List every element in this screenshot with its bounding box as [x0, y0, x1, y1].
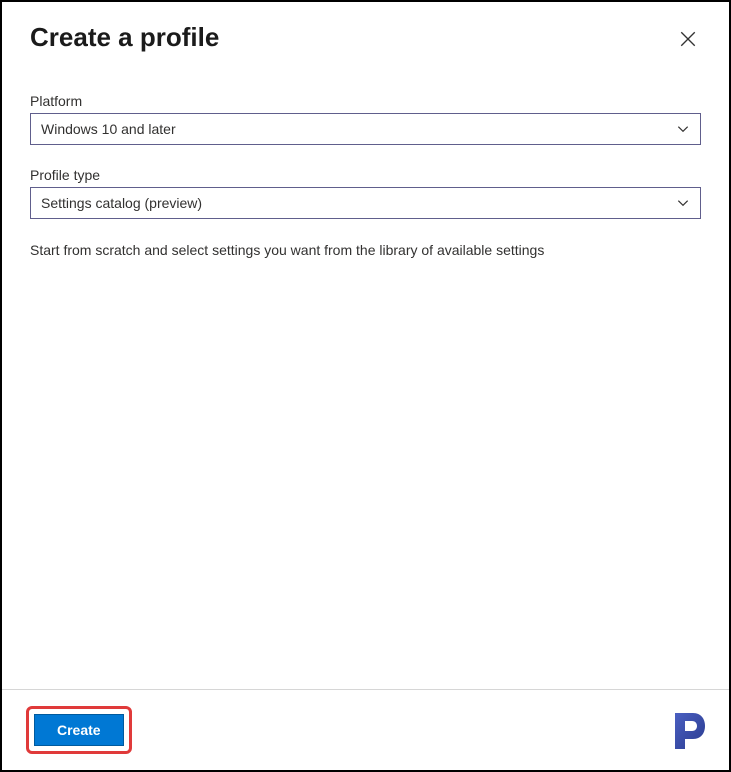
profile-type-label: Profile type [30, 167, 701, 183]
watermark-logo [667, 709, 709, 751]
platform-label: Platform [30, 93, 701, 109]
profile-type-select[interactable]: Settings catalog (preview) [30, 187, 701, 219]
dialog-header: Create a profile [2, 2, 729, 63]
close-icon [679, 30, 697, 48]
dialog-content: Platform Windows 10 and later Profile ty… [2, 63, 729, 689]
dialog-title: Create a profile [30, 22, 219, 53]
close-button[interactable] [675, 26, 701, 52]
create-button[interactable]: Create [34, 714, 124, 746]
chevron-down-icon [676, 196, 690, 210]
profile-description: Start from scratch and select settings y… [30, 241, 701, 261]
chevron-down-icon [676, 122, 690, 136]
dialog-footer: Create [2, 689, 729, 770]
create-highlight: Create [26, 706, 132, 754]
profile-type-value: Settings catalog (preview) [41, 195, 202, 211]
platform-value: Windows 10 and later [41, 121, 176, 137]
platform-select[interactable]: Windows 10 and later [30, 113, 701, 145]
